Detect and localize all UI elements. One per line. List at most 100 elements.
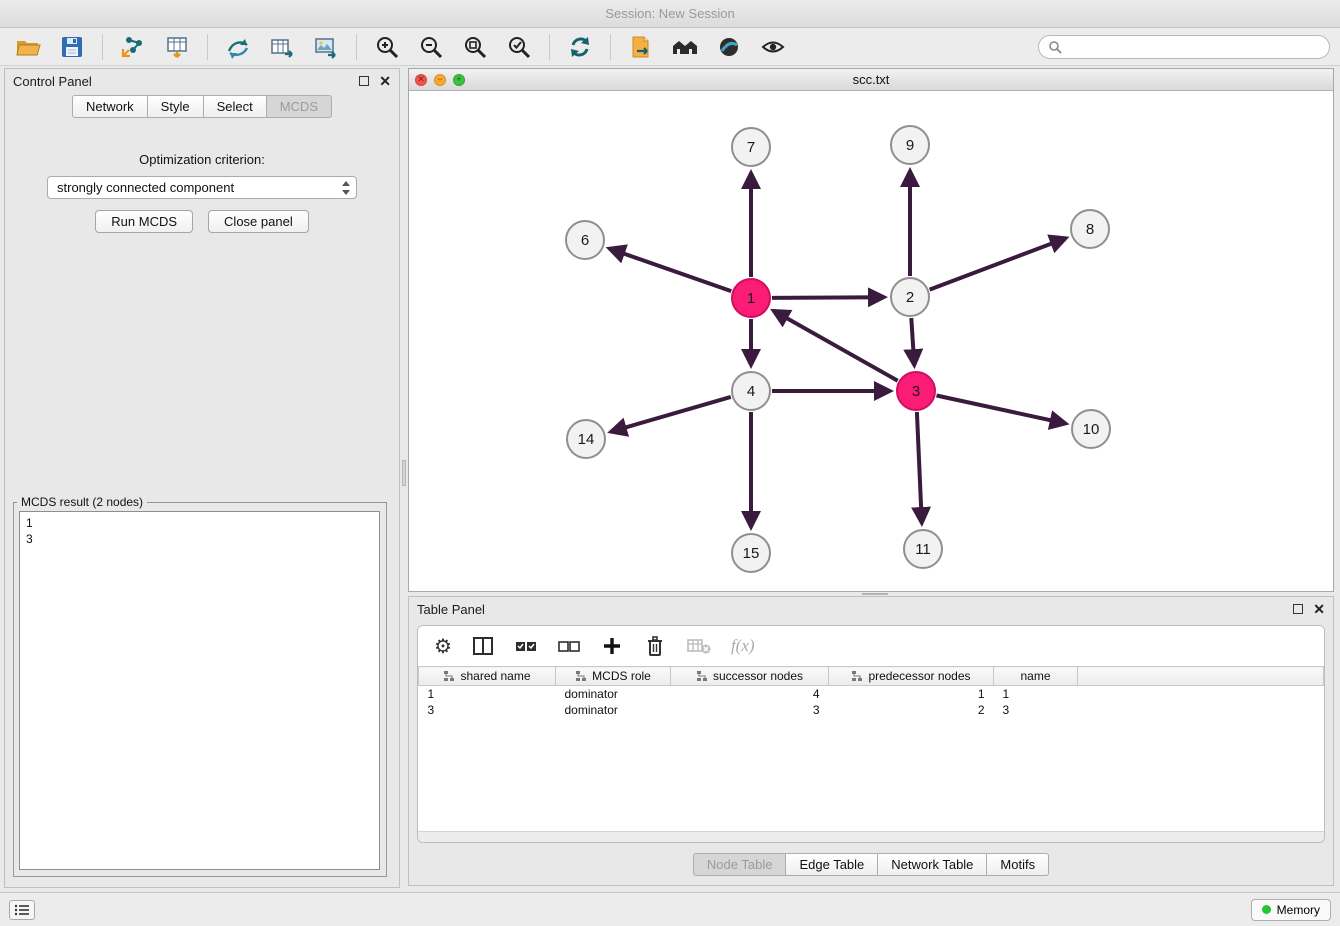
toolbar-separator: [102, 34, 103, 60]
minimize-window-button[interactable]: −: [434, 74, 446, 86]
delete-column-button[interactable]: [643, 634, 667, 658]
float-panel-button[interactable]: [359, 76, 369, 86]
tab-style[interactable]: Style: [148, 95, 204, 118]
close-panel-button[interactable]: ✕: [379, 74, 391, 88]
tab-edge-table[interactable]: Edge Table: [786, 853, 878, 876]
function-builder-button[interactable]: f(x): [731, 636, 755, 656]
cell-mcds-role[interactable]: dominator: [556, 686, 671, 702]
mcds-result-item[interactable]: 1: [26, 515, 373, 531]
splitter-grip[interactable]: [402, 460, 406, 486]
cell-predecessor-nodes[interactable]: 2: [829, 702, 994, 718]
cell-predecessor-nodes[interactable]: 1: [829, 686, 994, 702]
task-history-button[interactable]: [9, 900, 35, 920]
export-image-button[interactable]: [308, 31, 344, 63]
tab-motifs[interactable]: Motifs: [987, 853, 1049, 876]
show-hide-button[interactable]: [755, 31, 791, 63]
deselect-all-rows-button[interactable]: [557, 634, 581, 658]
graph-node-6[interactable]: 6: [566, 221, 604, 259]
first-neighbors-icon: [628, 34, 654, 60]
cell-name[interactable]: 1: [994, 686, 1078, 702]
first-neighbors-button[interactable]: [623, 31, 659, 63]
export-table-button[interactable]: [264, 31, 300, 63]
graph-node-10[interactable]: 10: [1072, 410, 1110, 448]
delete-table-button[interactable]: [686, 634, 712, 658]
graph-edge-2-8[interactable]: [930, 238, 1066, 289]
table-row[interactable]: 1 dominator 4 1 1: [419, 686, 1324, 702]
splitter-grip[interactable]: [862, 593, 888, 595]
search-box[interactable]: [1038, 35, 1330, 59]
apply-style-button[interactable]: [711, 31, 747, 63]
float-table-panel-button[interactable]: [1293, 604, 1303, 614]
zoom-fit-button[interactable]: [457, 31, 493, 63]
graph-edge-1-2[interactable]: [772, 297, 884, 298]
tab-mcds[interactable]: MCDS: [267, 95, 332, 118]
search-icon: [1048, 40, 1062, 54]
zoom-selected-button[interactable]: [501, 31, 537, 63]
memory-button[interactable]: Memory: [1251, 899, 1331, 921]
close-table-panel-button[interactable]: ✕: [1313, 602, 1325, 616]
graph-node-3[interactable]: 3: [897, 372, 935, 410]
column-header-mcds-role[interactable]: MCDS role: [556, 667, 671, 686]
tab-network[interactable]: Network: [72, 95, 148, 118]
graph-edge-1-6[interactable]: [610, 249, 732, 292]
create-column-button[interactable]: [600, 634, 624, 658]
refresh-view-button[interactable]: [562, 31, 598, 63]
tab-select[interactable]: Select: [204, 95, 267, 118]
home-button[interactable]: [667, 31, 703, 63]
cell-mcds-role[interactable]: dominator: [556, 702, 671, 718]
select-all-icon: [514, 634, 538, 658]
graph-node-4[interactable]: 4: [732, 372, 770, 410]
cell-successor-nodes[interactable]: 4: [671, 686, 829, 702]
graph-edge-4-14[interactable]: [611, 397, 731, 432]
zoom-in-button[interactable]: [369, 31, 405, 63]
graph-edge-3-10[interactable]: [937, 396, 1066, 424]
cell-name[interactable]: 3: [994, 702, 1078, 718]
select-all-rows-button[interactable]: [514, 634, 538, 658]
save-session-button[interactable]: [54, 31, 90, 63]
zoom-window-button[interactable]: +: [453, 74, 465, 86]
close-panel-action-button[interactable]: Close panel: [208, 210, 309, 233]
graph-node-8[interactable]: 8: [1071, 210, 1109, 248]
graph-edge-3-11[interactable]: [917, 412, 922, 523]
graph-node-14[interactable]: 14: [567, 420, 605, 458]
mcds-result-list[interactable]: 1 3: [19, 511, 380, 870]
show-columns-button[interactable]: [471, 634, 495, 658]
graph-node-9[interactable]: 9: [891, 126, 929, 164]
mcds-result-item[interactable]: 3: [26, 531, 373, 547]
graph-node-11[interactable]: 11: [904, 530, 942, 568]
tab-network-table[interactable]: Network Table: [878, 853, 987, 876]
select-stepper-icon: [340, 180, 352, 196]
table-row[interactable]: 3 dominator 3 2 3: [419, 702, 1324, 718]
optimization-select[interactable]: strongly connected component: [47, 176, 357, 199]
graph-node-15[interactable]: 15: [732, 534, 770, 572]
column-header-name[interactable]: name: [994, 667, 1078, 686]
node-table: shared name MCDS role successor nodes pr…: [418, 666, 1324, 718]
tab-node-table[interactable]: Node Table: [693, 853, 787, 876]
import-table-button[interactable]: [159, 31, 195, 63]
graph-node-7[interactable]: 7: [732, 128, 770, 166]
import-network-button[interactable]: [115, 31, 151, 63]
zoom-out-button[interactable]: [413, 31, 449, 63]
open-session-button[interactable]: [10, 31, 46, 63]
graph-edge-3-1[interactable]: [774, 311, 898, 381]
window-title: Session: New Session: [605, 6, 734, 21]
column-header-predecessor-nodes[interactable]: predecessor nodes: [829, 667, 994, 686]
graph-edge-2-3[interactable]: [911, 318, 914, 365]
horizontal-scrollbar[interactable]: [418, 831, 1324, 842]
column-header-successor-nodes[interactable]: successor nodes: [671, 667, 829, 686]
network-canvas[interactable]: 7 9 6 8 1 2 4 3 14 10 15 11: [409, 91, 1333, 591]
cell-shared-name[interactable]: 3: [419, 702, 556, 718]
graph-node-label: 6: [581, 232, 589, 249]
graph-node-1[interactable]: 1: [732, 279, 770, 317]
graph-node-2[interactable]: 2: [891, 278, 929, 316]
run-mcds-button[interactable]: Run MCDS: [95, 210, 193, 233]
search-input[interactable]: [1068, 39, 1320, 54]
vertical-splitter[interactable]: [400, 68, 408, 888]
cell-successor-nodes[interactable]: 3: [671, 702, 829, 718]
close-window-button[interactable]: ✕: [415, 74, 427, 86]
table-settings-button[interactable]: ⚙: [434, 634, 452, 659]
network-window-titlebar[interactable]: scc.txt ✕ − +: [409, 69, 1333, 91]
column-header-shared-name[interactable]: shared name: [419, 667, 556, 686]
export-network-button[interactable]: [220, 31, 256, 63]
cell-shared-name[interactable]: 1: [419, 686, 556, 702]
